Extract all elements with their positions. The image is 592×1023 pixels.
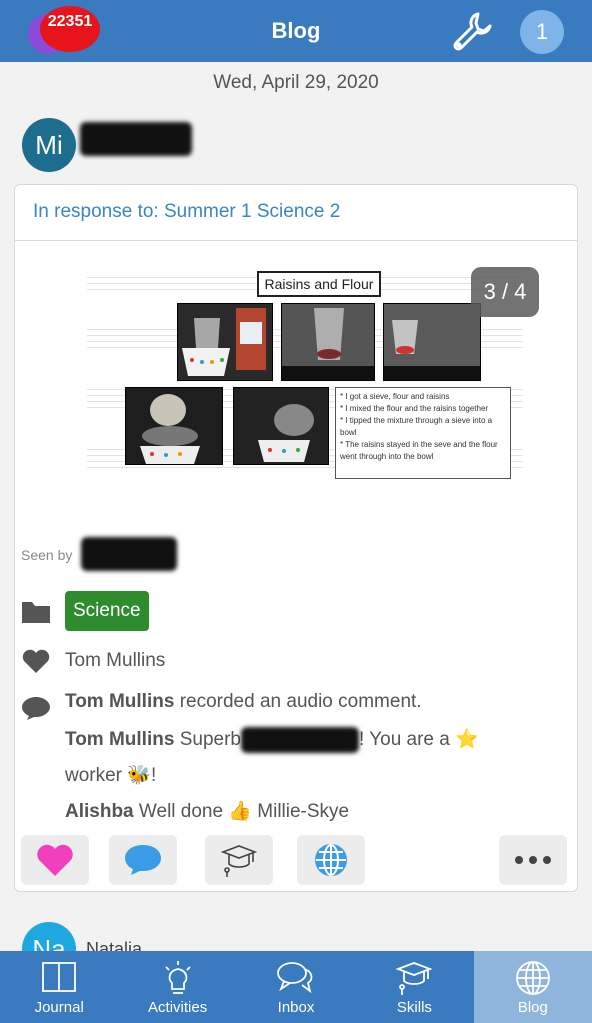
share-button[interactable]	[297, 835, 365, 885]
comment-item: worker 🐝!	[65, 763, 479, 799]
post-author[interactable]: Mi	[22, 118, 76, 172]
like-button[interactable]	[21, 835, 89, 885]
comment-button[interactable]	[109, 835, 177, 885]
tab-label: Activities	[148, 999, 208, 1016]
science-tag[interactable]: Science	[65, 591, 149, 631]
note-line: * I got a sieve, flour and raisins	[340, 392, 450, 401]
wrench-icon[interactable]	[448, 8, 494, 54]
note-line: * I mixed the flour and the raisins toge…	[340, 404, 489, 413]
photo-sieve	[125, 387, 223, 465]
comment-text: recorded an audio comment.	[179, 691, 422, 712]
comment-outline-icon	[22, 697, 50, 720]
note-line: * The raisins stayed in the seve and the…	[340, 440, 498, 461]
comment-text: Superb	[179, 729, 241, 751]
lightbulb-icon	[164, 961, 191, 994]
post-date: Wed, April 29, 2020	[213, 72, 379, 93]
post-image[interactable]: Raisins and Flour * I got a sieve, flour…	[87, 269, 523, 483]
comment-author[interactable]: Alishba	[65, 801, 134, 822]
worksheet-title: Raisins and Flour	[257, 271, 381, 297]
comment-row: Tom Mullins recorded an audio comment. T…	[21, 691, 479, 835]
tab-label: Blog	[517, 999, 548, 1016]
redacted-viewer	[81, 537, 177, 571]
comment-author[interactable]: Tom Mullins	[65, 729, 174, 750]
tab-skills[interactable]: Skills	[355, 951, 473, 1023]
user-count-button[interactable]: 1	[520, 10, 564, 54]
tab-journal[interactable]: Journal	[0, 951, 118, 1023]
response-link[interactable]: In response to: Summer 1 Science 2	[15, 185, 577, 241]
folder-icon	[22, 602, 50, 623]
tab-label: Journal	[34, 999, 84, 1016]
skills-button[interactable]	[205, 835, 273, 885]
photo-jug	[281, 303, 375, 381]
worksheet-notes: * I got a sieve, flour and raisins * I m…	[335, 387, 511, 479]
author-avatar: Mi	[22, 118, 76, 172]
note-line: * I tipped the mixture through a sieve i…	[340, 416, 493, 437]
comment-text: worker 🐝!	[65, 765, 157, 786]
book-icon	[42, 962, 77, 992]
tab-label: Inbox	[277, 999, 315, 1016]
image-counter: 3 / 4	[471, 267, 539, 317]
comment-list: Tom Mullins recorded an audio comment. T…	[65, 691, 479, 835]
photo-cup	[383, 303, 481, 381]
heart-icon	[37, 844, 73, 876]
comment-author[interactable]: Tom Mullins	[65, 691, 174, 712]
skills-icon	[220, 845, 258, 877]
top-bar: 22351 Blog 1	[0, 0, 592, 62]
comment-text: Well done 👍 Millie-Skye	[138, 801, 350, 822]
tab-label: Skills	[396, 999, 432, 1016]
comment-item: Tom Mullins Superb ! You are a ⭐	[65, 727, 479, 763]
tab-inbox[interactable]: Inbox	[237, 951, 355, 1023]
chat-icon	[277, 962, 313, 994]
globe-icon	[515, 961, 550, 995]
graduation-icon	[395, 962, 433, 995]
post-actions	[21, 835, 567, 887]
post-card: In response to: Summer 1 Science 2 Raisi…	[14, 184, 578, 892]
comment-item: Alishba Well done 👍 Millie-Skye	[65, 799, 479, 835]
tab-activities[interactable]: Activities	[118, 951, 236, 1023]
tab-blog[interactable]: Blog	[473, 951, 592, 1023]
page-title: Blog	[271, 18, 321, 43]
redacted-name	[80, 122, 192, 156]
folder-row: Science	[21, 591, 149, 631]
seen-by-label: Seen by	[21, 547, 73, 563]
comment-icon	[125, 845, 161, 875]
likes-row: Tom Mullins	[21, 647, 165, 675]
heart-outline-icon	[22, 649, 50, 673]
globe-icon	[315, 844, 347, 876]
liked-by: Tom Mullins	[65, 650, 166, 671]
comment-item: Tom Mullins recorded an audio comment.	[65, 691, 479, 727]
more-button[interactable]	[499, 835, 567, 885]
more-icon	[515, 856, 551, 864]
photo-flour-raisins	[177, 303, 273, 381]
redacted-name	[240, 727, 359, 753]
photo-tipping	[233, 387, 329, 465]
comment-text: ! You are a ⭐	[358, 729, 479, 751]
bottom-nav: Journal Activities Inbox Skills Blog	[0, 951, 592, 1023]
